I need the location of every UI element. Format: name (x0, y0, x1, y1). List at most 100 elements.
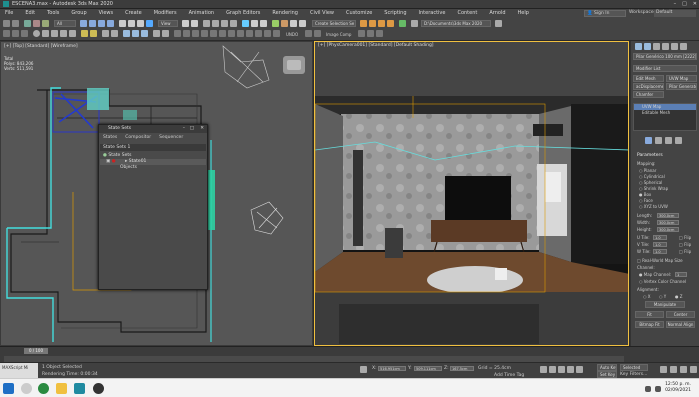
project-path-field[interactable]: D:\Documents\3ds Max 2020 (421, 20, 491, 27)
spinner-snap-icon[interactable] (230, 20, 237, 27)
utile-spinner[interactable]: 1.0 (653, 235, 667, 240)
set-key-button[interactable]: Set Key (597, 371, 617, 378)
maxscript-listener[interactable]: MAXScript Mi (0, 363, 38, 378)
particle-icon[interactable] (219, 30, 226, 37)
state-sets-title[interactable]: State Sets – □ ✕ (99, 125, 207, 133)
pan-icon[interactable] (670, 366, 677, 373)
stack-item-editable-mesh[interactable]: Editable Mesh (634, 110, 696, 116)
utilities-icon[interactable] (162, 30, 169, 37)
render-setup-icon[interactable] (369, 20, 376, 27)
align-y-radio[interactable]: ○ Y (659, 294, 666, 299)
utile-flip[interactable]: □ Flip (679, 235, 691, 240)
windows-start-icon[interactable] (3, 383, 14, 394)
script-icon[interactable] (228, 30, 235, 37)
menu-animation[interactable]: Animation (184, 10, 222, 16)
create-selection-set-dropdown[interactable]: Create Selection Se (312, 20, 356, 27)
maximize-viewport-icon[interactable] (690, 366, 697, 373)
mirror-icon[interactable] (251, 20, 258, 27)
3ds-max-icon[interactable] (74, 383, 85, 394)
bitmap-fit-button[interactable]: Bitmap Fit (635, 321, 664, 328)
select-rotate-icon[interactable] (128, 20, 135, 27)
orbit-icon[interactable] (680, 366, 687, 373)
zoom-icon[interactable] (660, 366, 667, 373)
width-spinner[interactable]: 300.0cm (657, 220, 679, 225)
time-slider[interactable]: 0 / 100 (24, 348, 48, 354)
maximize-icon[interactable]: □ (190, 125, 194, 133)
render-production-icon[interactable] (387, 20, 394, 27)
link-icon[interactable] (24, 20, 31, 27)
vertex-color-radio[interactable]: ○ Vertex Color Channel (639, 279, 686, 284)
search-icon[interactable] (21, 383, 32, 394)
material-editor-icon[interactable] (360, 20, 367, 27)
motion-icon[interactable] (141, 30, 148, 37)
length-spinner[interactable]: 300.0cm (657, 213, 679, 218)
display-tab-icon[interactable] (671, 43, 678, 50)
grid-icon[interactable] (305, 30, 312, 37)
select-scale-icon[interactable] (137, 20, 144, 27)
cloth-icon[interactable] (201, 30, 208, 37)
selection-icon[interactable] (12, 30, 19, 37)
hierarchy-icon[interactable] (132, 30, 139, 37)
light-icon[interactable] (81, 30, 88, 37)
auto-key-button[interactable]: Auto Key (597, 364, 617, 371)
reference-coord-dropdown[interactable]: View (158, 20, 178, 27)
media-player-icon[interactable] (93, 383, 104, 394)
hierarchy-tab-icon[interactable] (653, 43, 660, 50)
object-name-field[interactable]: Pilar Genérico 100 mm [2222] (633, 53, 697, 60)
go-to-start-icon[interactable] (540, 366, 547, 373)
menu-states[interactable]: States (99, 135, 121, 142)
vtile-spinner[interactable]: 1.0 (653, 242, 667, 247)
layer-explorer-icon[interactable] (281, 20, 288, 27)
angle-snap-icon[interactable] (212, 20, 219, 27)
menu-group[interactable]: Group (66, 10, 93, 16)
sphere-icon[interactable] (33, 30, 40, 37)
selection-filter-dropdown[interactable]: All (54, 20, 76, 27)
edit-named-selection-icon[interactable] (242, 20, 249, 27)
select-by-name-icon[interactable] (89, 20, 96, 27)
manipulate-button[interactable]: Manipulate (645, 301, 685, 308)
parameters-rollout[interactable]: Parameters (637, 153, 663, 158)
align-icon[interactable] (260, 20, 267, 27)
chamfer-button[interactable]: Chamfer (633, 91, 664, 98)
menu-arnold[interactable]: Arnold (484, 10, 512, 16)
object-paint-icon[interactable] (21, 30, 28, 37)
lock-selection-icon[interactable] (360, 366, 367, 373)
undo-label[interactable]: UNDO (286, 32, 298, 37)
menu-views[interactable]: Views (94, 10, 120, 16)
populate-icon[interactable] (174, 30, 181, 37)
undo-icon[interactable] (3, 20, 10, 27)
chrome-icon[interactable] (38, 383, 49, 394)
menu-file[interactable]: File (0, 10, 20, 16)
menu-create[interactable]: Create (120, 10, 149, 16)
pilar-generator-button[interactable]: Pilar Generator (666, 83, 697, 90)
key-filters-button[interactable]: Key Filters... (620, 372, 647, 377)
sign-in-button[interactable]: 👤 Sign In (584, 10, 626, 17)
key-selection-dropdown[interactable]: Selected (620, 364, 648, 371)
redo-icon[interactable] (12, 20, 19, 27)
wtile-spinner[interactable]: 1.0 (653, 249, 667, 254)
pin-stack-icon[interactable] (645, 137, 652, 144)
mapping-planar[interactable]: ○ Planar (639, 168, 656, 173)
track-view-icon[interactable] (255, 30, 262, 37)
freeform-icon[interactable] (3, 30, 10, 37)
select-manipulate-icon[interactable] (191, 20, 198, 27)
fit-button[interactable]: Fit (635, 311, 664, 318)
cylinder-icon[interactable] (51, 30, 58, 37)
modifier-icon[interactable] (123, 30, 130, 37)
utilities-tab-icon[interactable] (680, 43, 687, 50)
scene-explorer-icon[interactable] (272, 20, 279, 27)
x-coordinate[interactable]: 516.951cm (378, 366, 406, 371)
box-icon[interactable] (42, 30, 49, 37)
hair-icon[interactable] (210, 30, 217, 37)
browse-folder-icon[interactable] (495, 20, 502, 27)
spacewarp-icon[interactable] (111, 30, 118, 37)
camera-icon[interactable] (90, 30, 97, 37)
unlink-icon[interactable] (33, 20, 40, 27)
menu-sequencer[interactable]: Sequencer (155, 135, 187, 142)
project-folder-icon[interactable] (411, 20, 418, 27)
volume-icon[interactable] (655, 386, 661, 392)
align-z-radio[interactable]: ● Z (675, 294, 683, 299)
z-coordinate[interactable]: 167.5cm (450, 366, 474, 371)
menu-compositor[interactable]: Compositor (121, 135, 155, 142)
rectangular-selection-icon[interactable] (98, 20, 105, 27)
